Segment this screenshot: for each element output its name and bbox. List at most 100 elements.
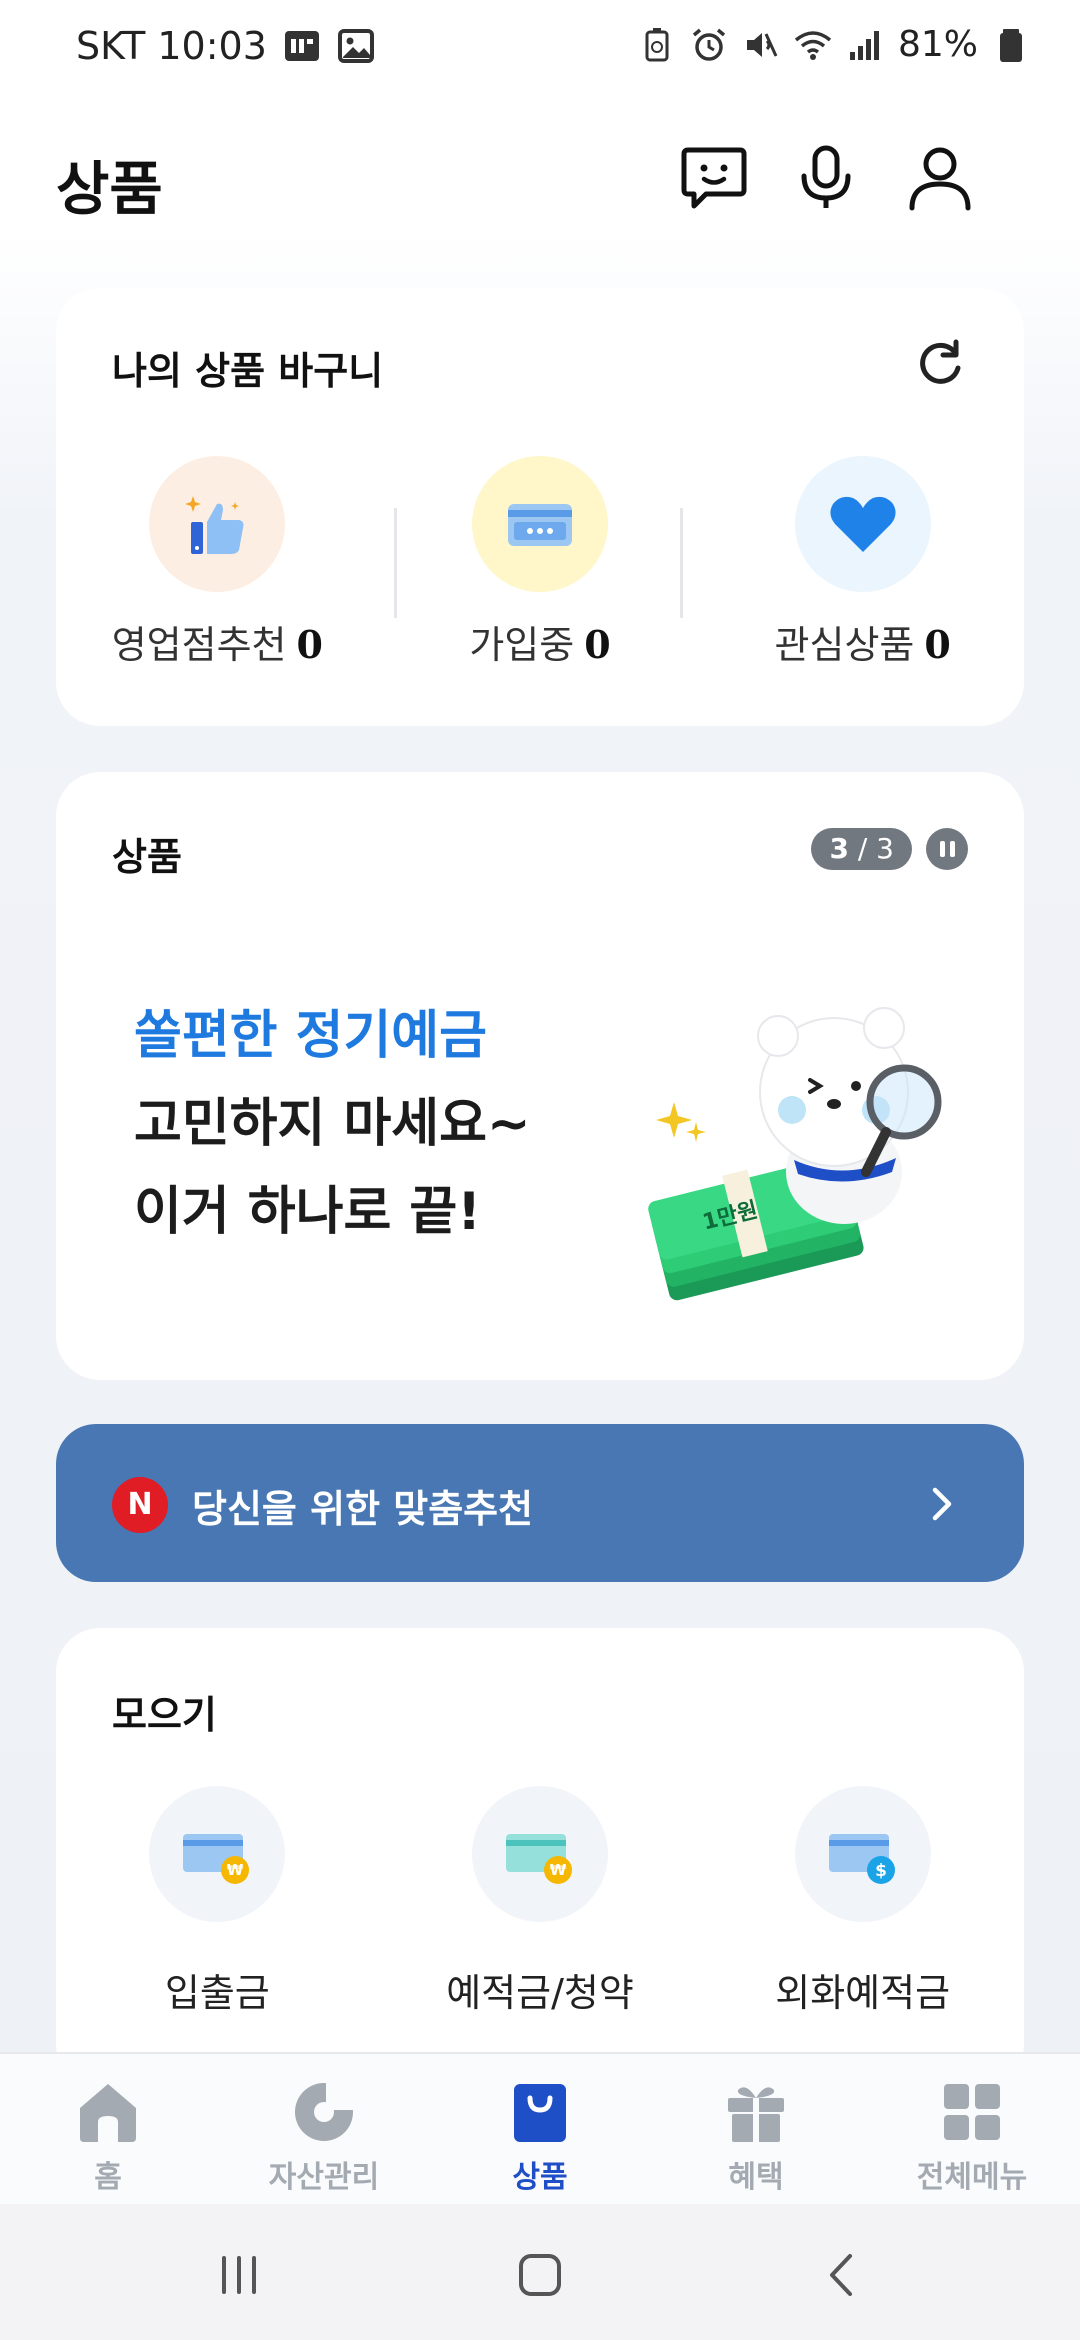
chatbot-button[interactable] (674, 138, 754, 218)
battery-saver-icon (645, 27, 669, 61)
page-title: 상품 (56, 155, 163, 223)
product-banner-card[interactable]: 상품 3 / 3 쏠편한 정기예금 고민하지 마세요~ 이거 하나로 끝! 1만… (56, 772, 1024, 1380)
my-profile-button[interactable] (900, 138, 980, 218)
alarm-icon (692, 28, 726, 61)
savings-items: ₩ 입출금 ₩ 예적금/청약 $ 외화예적금 (56, 1786, 1024, 2017)
banner-text: 쏠편한 정기예금 고민하지 마세요~ 이거 하나로 끝! (134, 992, 531, 1256)
recent-apps-icon (222, 2256, 256, 2294)
foreign-circle: $ (794, 1786, 931, 1922)
pager-total: 3 (876, 832, 894, 865)
tab-benefits[interactable]: 혜택 (648, 2054, 864, 2204)
bankbook-won-icon: ₩ (183, 1834, 250, 1884)
app-screen: SKT 10:03 81% 상품 나의 상품 바구니 영업점추천 0 가입중 0… (0, 0, 1080, 2340)
recommendation-label: 당신을 위한 맞춤추천 (192, 1487, 534, 1531)
pager-separator: / (848, 832, 877, 865)
bear-mascot-with-money-illustration: 1만원 (648, 1007, 942, 1301)
battery-icon (1000, 28, 1022, 62)
carrier-time: SKT 10:03 (76, 24, 267, 68)
personalized-recommendation-button[interactable]: N 당신을 위한 맞춤추천 (56, 1424, 1024, 1582)
tab-asset-management[interactable]: 자산관리 (216, 2054, 432, 2204)
system-navigation-bar (0, 2204, 1080, 2340)
status-left: SKT 10:03 (76, 24, 375, 68)
product-section-title: 상품 (112, 835, 182, 879)
battery-percentage: 81% (897, 24, 978, 65)
tab-home[interactable]: 홈 (0, 2054, 216, 2204)
branch-recommend-count: 0 (296, 622, 323, 667)
tab-products[interactable]: 상품 (432, 2054, 648, 2204)
interest-count: 0 (924, 622, 951, 667)
tab-all-menu-label: 전체메뉴 (916, 2160, 1028, 2195)
checking-circle: ₩ (149, 1786, 286, 1922)
svg-text:₩: ₩ (227, 1861, 244, 1879)
tab-benefits-label: 혜택 (728, 2160, 784, 2195)
signal-icon (849, 30, 879, 60)
pager-current: 3 (829, 832, 849, 865)
wifi-icon (794, 30, 832, 60)
tab-products-label: 상품 (512, 2160, 568, 2195)
chat-face-icon (681, 147, 747, 209)
my-product-basket-card: 나의 상품 바구니 영업점추천 0 가입중 0 관심상품 0 (56, 288, 1024, 726)
microphone-icon (801, 145, 851, 208)
home-icon (80, 2084, 136, 2142)
banner-line-3: 이거 하나로 끝! (134, 1182, 481, 1242)
banner-line-2: 고민하지 마세요~ (134, 1094, 531, 1154)
pie-chart-icon (295, 2082, 354, 2141)
new-badge: N (112, 1477, 168, 1533)
enrolled-label: 가입중 0 (469, 622, 611, 667)
status-bar: SKT 10:03 81% (0, 0, 1080, 96)
home-nav-button[interactable] (505, 2240, 575, 2310)
bottom-tab-bar: 홈 자산관리 상품 혜택 전체메뉴 (0, 2052, 1080, 2204)
heart-icon (830, 496, 896, 552)
savings-won-icon: ₩ (506, 1834, 572, 1884)
basket-item-enrolled[interactable]: 가입중 0 (379, 456, 702, 686)
shopping-bag-icon (514, 2084, 566, 2142)
thumbs-up-icon (185, 496, 244, 554)
branch-recommend-circle (149, 456, 286, 592)
savings-title: 모으기 (112, 1693, 217, 1737)
banner-pager: 3 / 3 (811, 828, 912, 870)
media-notification-icon (284, 31, 319, 61)
tab-asset-management-label: 자산관리 (268, 2160, 380, 2195)
back-chevron-icon (830, 2254, 852, 2296)
foreign-label: 외화예적금 (775, 1971, 951, 2015)
grid-menu-icon (944, 2084, 1000, 2140)
savings-item-deposit[interactable]: ₩ 예적금/청약 (379, 1786, 702, 2017)
home-square-icon (519, 2254, 561, 2296)
gallery-notification-icon (337, 29, 374, 63)
app-header: 상품 (0, 120, 1080, 240)
interest-label: 관심상품 0 (774, 622, 951, 667)
deposit-label: 예적금/청약 (446, 1971, 634, 2015)
status-right: 81% (638, 24, 1030, 65)
deposit-circle: ₩ (472, 1786, 608, 1922)
recent-apps-button[interactable] (204, 2240, 274, 2310)
savings-item-foreign[interactable]: $ 외화예적금 (701, 1786, 1024, 2017)
gift-icon (728, 2087, 784, 2142)
voice-search-button[interactable] (786, 138, 866, 218)
card-icon (508, 504, 572, 546)
basket-title: 나의 상품 바구니 (112, 349, 384, 393)
basket-divider-1 (394, 508, 397, 618)
savings-item-checking[interactable]: ₩ 입출금 (56, 1786, 379, 2017)
interest-circle (794, 456, 931, 592)
basket-item-interest[interactable]: 관심상품 0 (701, 456, 1024, 686)
tab-all-menu[interactable]: 전체메뉴 (864, 2054, 1080, 2204)
bankbook-dollar-icon: $ (828, 1834, 895, 1884)
enrolled-count: 0 (584, 622, 611, 667)
pause-icon (939, 841, 945, 857)
user-icon (909, 147, 971, 211)
basket-items: 영업점추천 0 가입중 0 관심상품 0 (56, 456, 1024, 686)
refresh-icon[interactable] (912, 338, 968, 394)
enrolled-circle (472, 456, 608, 592)
back-button[interactable] (808, 2240, 878, 2310)
banner-line-1: 쏠편한 정기예금 (134, 1006, 487, 1066)
tab-home-label: 홈 (94, 2160, 122, 2195)
branch-recommend-label: 영업점추천 0 (111, 622, 323, 667)
mute-icon (746, 32, 778, 57)
basket-item-branch-recommend[interactable]: 영업점추천 0 (56, 456, 379, 686)
svg-text:$: $ (875, 1861, 887, 1881)
savings-category-card: 모으기 ₩ 입출금 ₩ 예적금/청약 $ 외화예적금 (56, 1628, 1024, 2088)
checking-label: 입출금 (164, 1971, 270, 2015)
banner-pause-button[interactable] (926, 828, 968, 870)
basket-divider-2 (680, 508, 683, 618)
chevron-right-icon (932, 1487, 952, 1521)
